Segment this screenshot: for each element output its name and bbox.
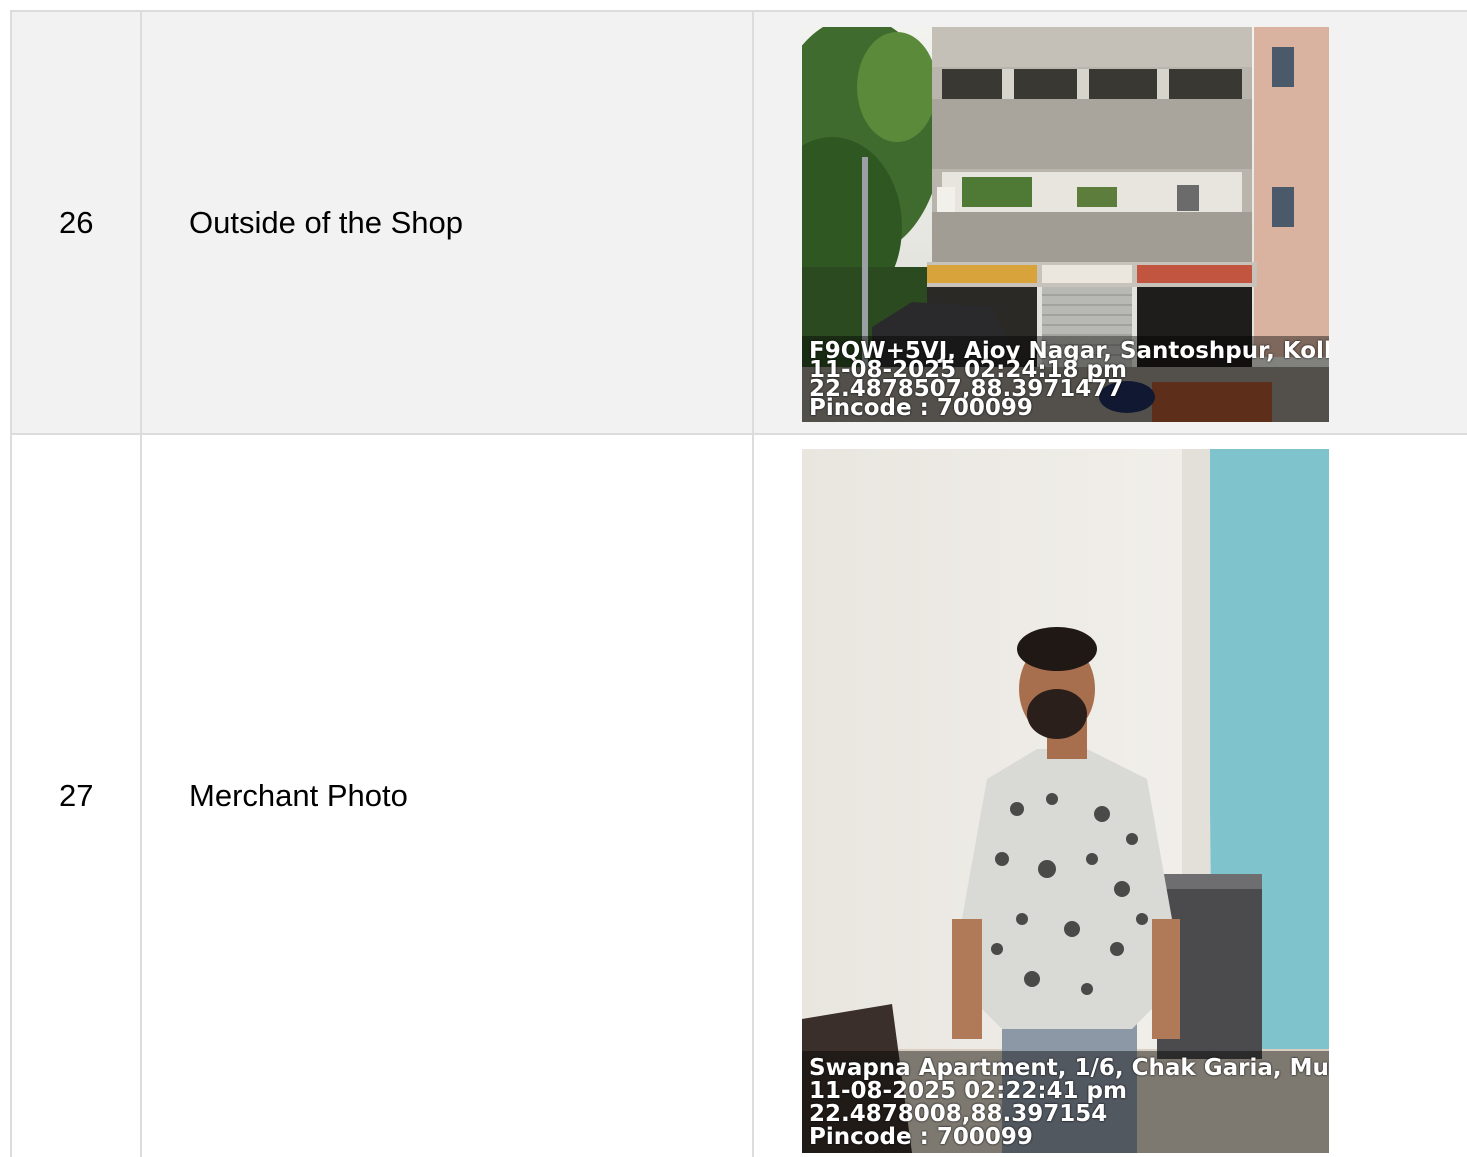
shop-building-photo[interactable]: F9QW+5VJ, Ajoy Nagar, Santoshpur, Kolkat… — [802, 27, 1329, 422]
geotag-address: Swapna Apartment, 1/6, Chak Garia, Mukun… — [809, 1055, 1329, 1081]
table-row: 27 Merchant Photo Swapna Apartment, 1/6,… — [12, 435, 1467, 1157]
row-index: 26 — [12, 12, 142, 433]
merchant-portrait-photo[interactable]: Swapna Apartment, 1/6, Chak Garia, Mukun… — [802, 449, 1329, 1153]
geotag-datetime: 11-08-2025 02:22:41 pm — [809, 1078, 1127, 1104]
table-row: 26 Outside of the Shop F9QW+5VJ, Ajoy Na… — [12, 12, 1467, 435]
row-index: 27 — [12, 435, 142, 1157]
geotag-coords: 22.4878008,88.397154 — [809, 1101, 1108, 1127]
geotag-overlay: Swapna Apartment, 1/6, Chak Garia, Mukun… — [802, 1051, 1329, 1153]
row-label: Merchant Photo — [142, 435, 754, 1157]
photo-evidence-table: 26 Outside of the Shop F9QW+5VJ, Ajoy Na… — [10, 10, 1467, 1157]
merchant-portrait-image — [802, 449, 1329, 1153]
photo-cell: F9QW+5VJ, Ajoy Nagar, Santoshpur, Kolkat… — [754, 12, 1467, 433]
row-label: Outside of the Shop — [142, 12, 754, 433]
photo-cell: Swapna Apartment, 1/6, Chak Garia, Mukun… — [754, 435, 1467, 1157]
geotag-overlay: F9QW+5VJ, Ajoy Nagar, Santoshpur, Kolkat… — [802, 336, 1329, 422]
geotag-pincode: Pincode : 700099 — [809, 1124, 1033, 1150]
